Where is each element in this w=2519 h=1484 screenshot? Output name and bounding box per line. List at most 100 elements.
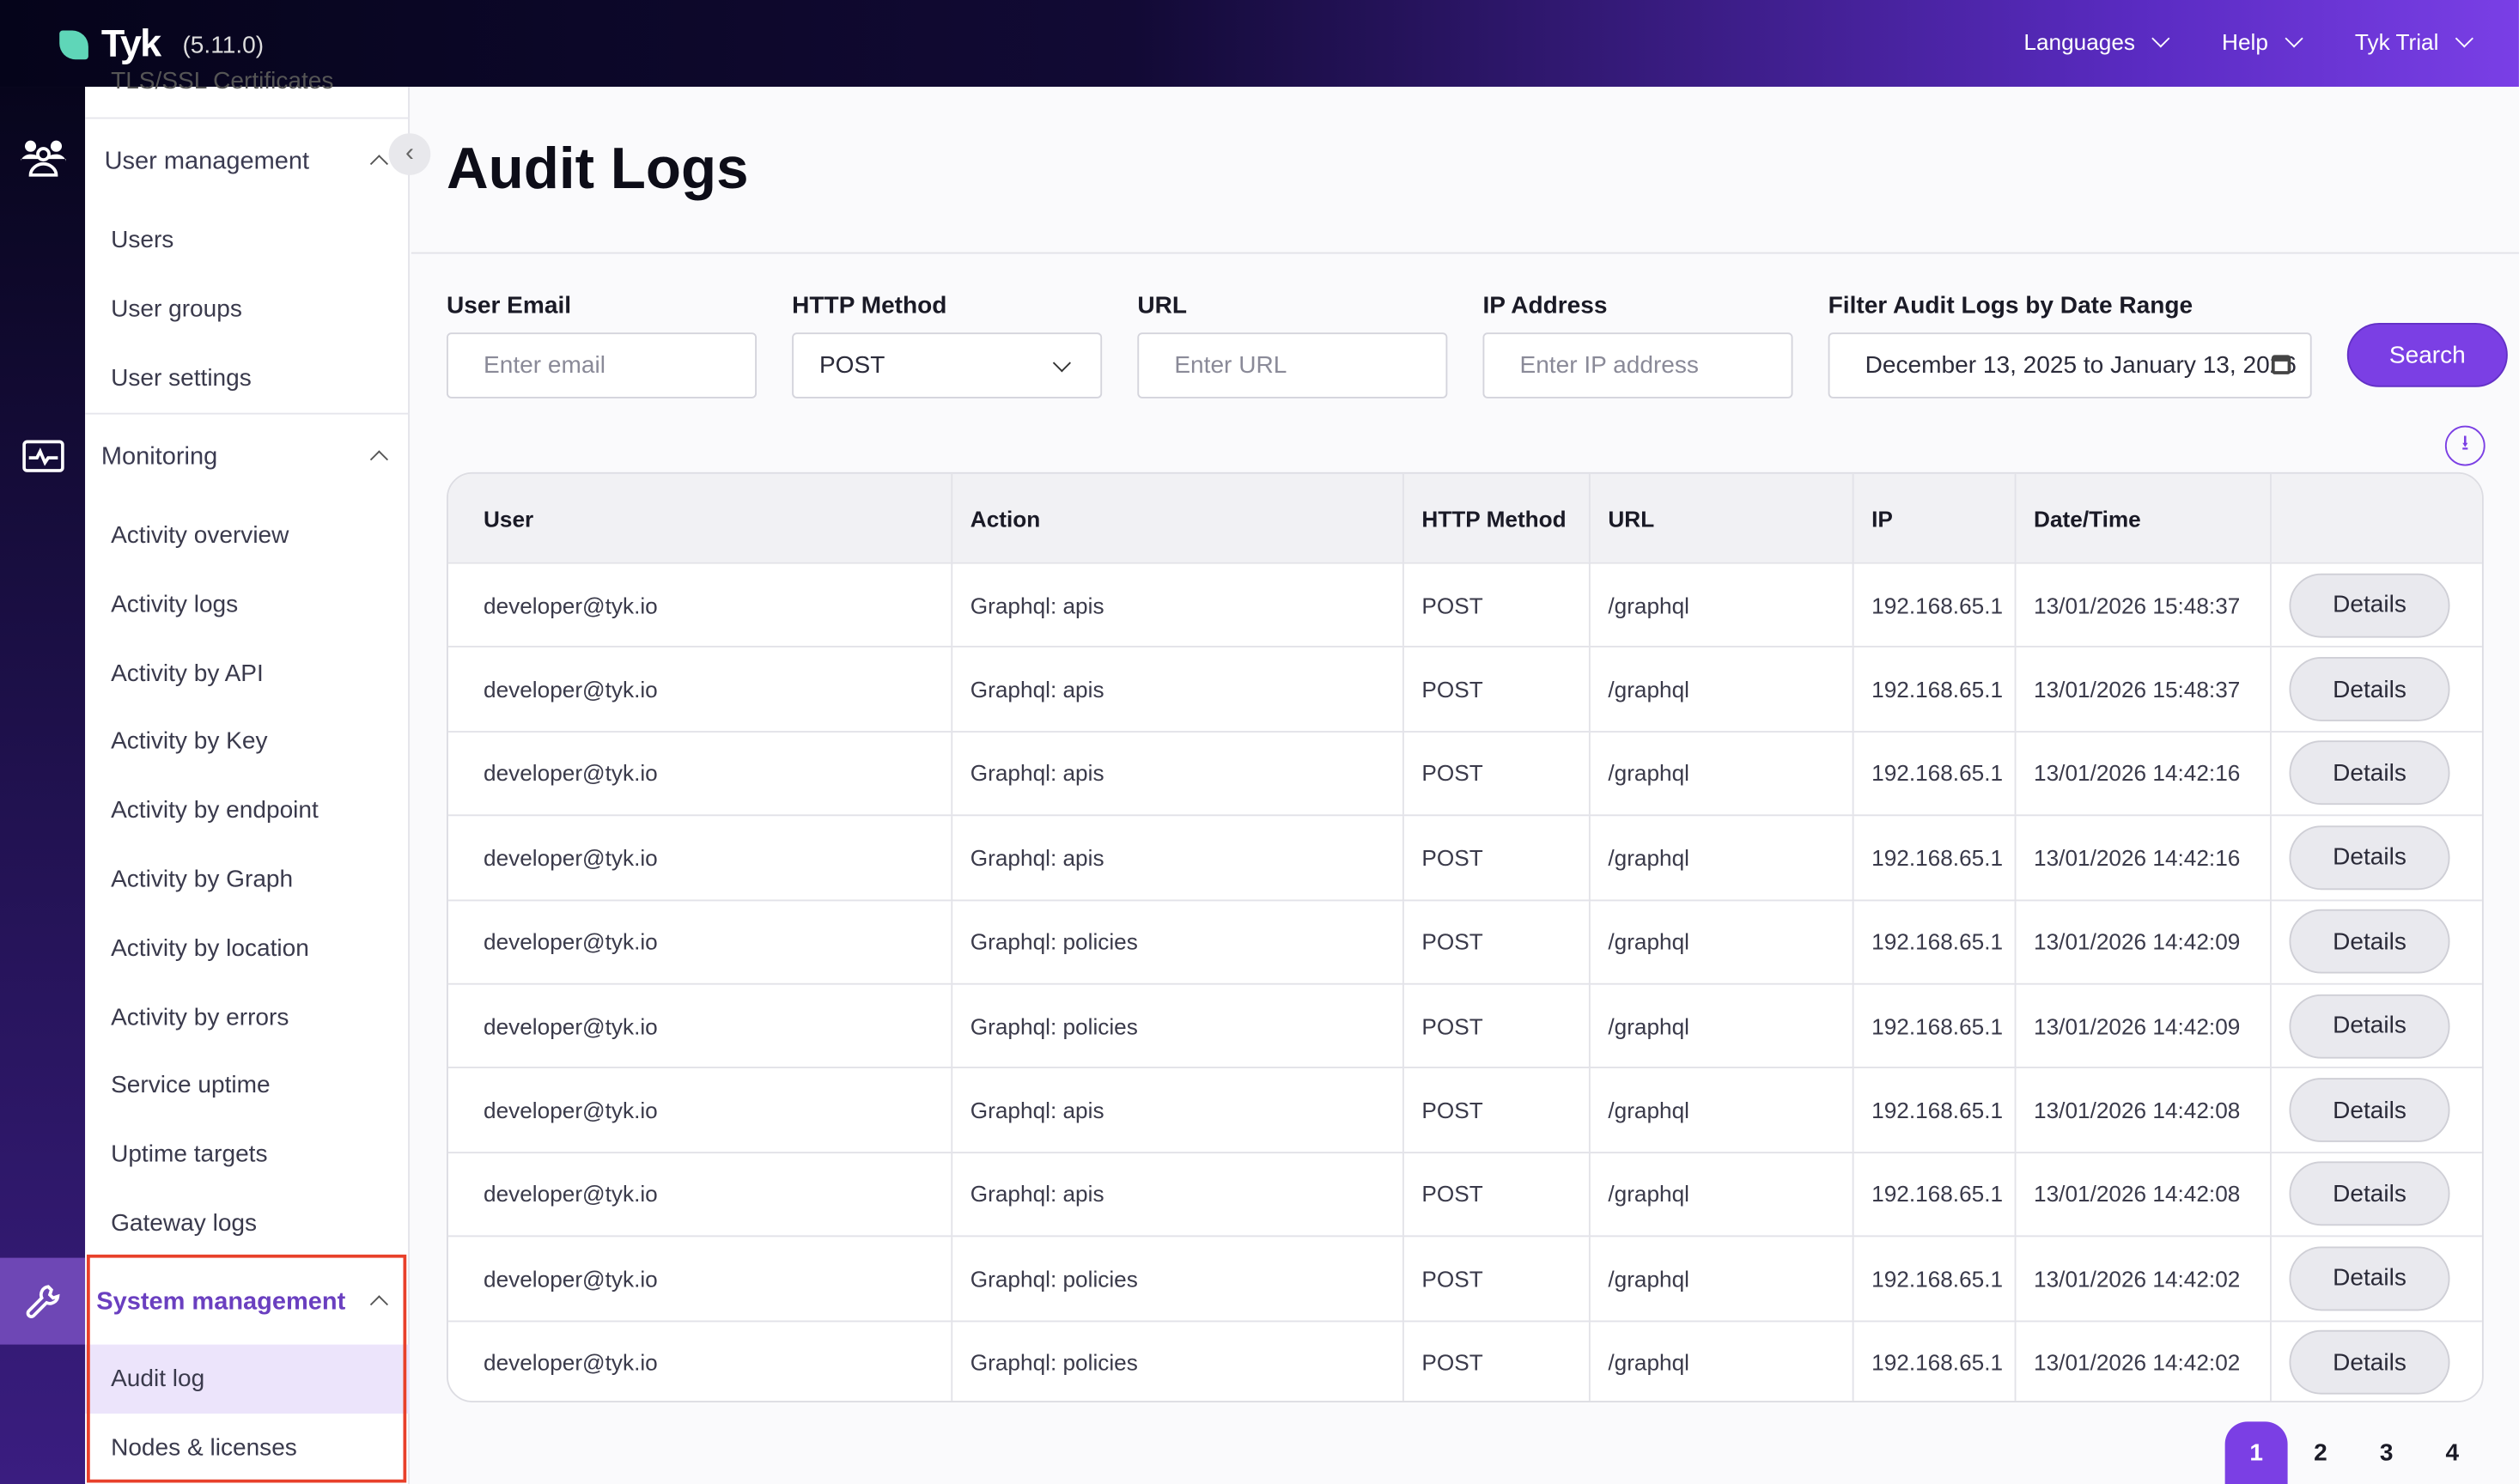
sidebar-item-activity-by-endpoint[interactable]: Activity by endpoint [111, 797, 319, 824]
cell-url: /graphql [1589, 901, 1853, 983]
cell-http-method: POST [1402, 985, 1589, 1067]
account-menu[interactable]: Tyk Trial [2355, 29, 2471, 55]
url-input[interactable]: Enter URL [1137, 332, 1447, 398]
search-button[interactable]: Search [2347, 323, 2508, 387]
sidebar-item-uptime-targets[interactable]: Uptime targets [111, 1140, 267, 1168]
chevron-down-icon [2455, 29, 2473, 47]
table-row: developer@tyk.ioGraphql: policiesPOST/gr… [448, 1236, 2484, 1320]
help-menu[interactable]: Help [2222, 29, 2300, 55]
cell-action: Graphql: policies [951, 1322, 1402, 1402]
cell-user: developer@tyk.io [448, 564, 951, 647]
chevron-down-icon [1053, 354, 1071, 372]
cell-ip: 192.168.65.1 [1853, 1238, 2015, 1320]
cell-datetime: 13/01/2026 14:42:16 [2015, 817, 2270, 899]
sidebar-item-activity-by-api[interactable]: Activity by API [111, 660, 264, 688]
details-button[interactable]: Details [2289, 825, 2449, 890]
details-button[interactable]: Details [2289, 741, 2449, 806]
table-row: developer@tyk.ioGraphql: policiesPOST/gr… [448, 899, 2484, 983]
sidebar-item-activity-logs[interactable]: Activity logs [111, 591, 238, 618]
details-button[interactable]: Details [2289, 909, 2449, 974]
monitoring-icon[interactable] [0, 441, 85, 472]
sidebar-item-activity-overview[interactable]: Activity overview [111, 522, 289, 550]
section-user-management[interactable]: User management [105, 148, 310, 177]
sidebar-item-users[interactable]: Users [111, 227, 173, 254]
sidebar-item-user-settings[interactable]: User settings [111, 365, 252, 392]
cell-user: developer@tyk.io [448, 817, 951, 899]
cell-ip: 192.168.65.1 [1853, 1153, 2015, 1236]
tyk-leaf-icon [59, 31, 88, 60]
http-method-select[interactable]: POST [792, 332, 1102, 398]
logo[interactable]: Tyk (5.11.0) [59, 22, 264, 67]
cell-action: Graphql: apis [951, 733, 1402, 815]
column-header-action: Action [951, 474, 1402, 563]
icon-rail [0, 87, 85, 1484]
details-button[interactable]: Details [2289, 994, 2449, 1058]
top-bar: Tyk (5.11.0) Languages Help Tyk Trial [0, 0, 2519, 87]
table-row: developer@tyk.ioGraphql: apisPOST/graphq… [448, 1067, 2484, 1152]
section-monitoring[interactable]: Monitoring [101, 443, 217, 472]
column-header-actions [2270, 474, 2484, 563]
date-range-input[interactable]: December 13, 2025 to January 13, 2026 [1828, 332, 2312, 398]
page-title: Audit Logs [447, 135, 749, 203]
sidebar-item-gateway-logs[interactable]: Gateway logs [111, 1209, 257, 1237]
page-1-button[interactable]: 1 [2225, 1421, 2288, 1484]
cell-user: developer@tyk.io [448, 1153, 951, 1236]
cell-action: Graphql: apis [951, 648, 1402, 731]
cell-url: /graphql [1589, 1322, 1853, 1402]
calendar-icon[interactable] [2272, 355, 2291, 374]
cell-action: Graphql: policies [951, 985, 1402, 1067]
cell-ip: 192.168.65.1 [1853, 733, 2015, 815]
details-button[interactable]: Details [2289, 1246, 2449, 1311]
ip-address-input[interactable]: Enter IP address [1482, 332, 1792, 398]
cell-action: Graphql: policies [951, 901, 1402, 983]
sidebar-item-activity-by-graph[interactable]: Activity by Graph [111, 866, 293, 893]
table-row: developer@tyk.ioGraphql: policiesPOST/gr… [448, 1320, 2484, 1402]
audit-log-table: UserActionHTTP MethodURLIPDate/Timedevel… [447, 472, 2484, 1402]
details-button[interactable]: Details [2289, 1078, 2449, 1142]
details-button[interactable]: Details [2289, 1162, 2449, 1226]
sidebar-item-tls-certificates[interactable]: TLS/SSL Certificates [111, 68, 333, 95]
cell-user: developer@tyk.io [448, 1322, 951, 1402]
cell-datetime: 13/01/2026 14:42:02 [2015, 1238, 2270, 1320]
sidebar-item-service-uptime[interactable]: Service uptime [111, 1072, 271, 1099]
details-button[interactable]: Details [2289, 1330, 2449, 1395]
sidebar-item-activity-by-key[interactable]: Activity by Key [111, 727, 267, 755]
details-button[interactable]: Details [2289, 657, 2449, 721]
chevron-up-icon [370, 155, 388, 173]
details-button[interactable]: Details [2289, 573, 2449, 637]
download-icon[interactable]: ⭳ [2445, 426, 2486, 466]
cell-ip: 192.168.65.1 [1853, 817, 2015, 899]
cell-user: developer@tyk.io [448, 733, 951, 815]
user-email-input[interactable]: Enter email [447, 332, 757, 398]
users-icon[interactable] [0, 138, 85, 177]
chevron-up-icon [370, 450, 388, 468]
cell-user: developer@tyk.io [448, 901, 951, 983]
cell-datetime: 13/01/2026 14:42:16 [2015, 733, 2270, 815]
cell-ip: 192.168.65.1 [1853, 901, 2015, 983]
sidebar-item-activity-by-errors[interactable]: Activity by errors [111, 1004, 289, 1031]
page-2-button[interactable]: 2 [2289, 1421, 2352, 1484]
cell-http-method: POST [1402, 1069, 1589, 1152]
cell-datetime: 13/01/2026 14:42:02 [2015, 1322, 2270, 1402]
wrench-icon[interactable] [0, 1258, 85, 1345]
languages-menu[interactable]: Languages [2023, 29, 2167, 55]
cell-url: /graphql [1589, 985, 1853, 1067]
sidebar-item-activity-by-location[interactable]: Activity by location [111, 935, 309, 963]
cell-action: Graphql: apis [951, 1069, 1402, 1152]
cell-ip: 192.168.65.1 [1853, 648, 2015, 731]
sidebar-item-user-groups[interactable]: User groups [111, 295, 242, 323]
cell-datetime: 13/01/2026 15:48:37 [2015, 648, 2270, 731]
page-3-button[interactable]: 3 [2355, 1421, 2418, 1484]
table-row: developer@tyk.ioGraphql: apisPOST/graphq… [448, 647, 2484, 731]
cell-user: developer@tyk.io [448, 648, 951, 731]
page-4-button[interactable]: 4 [2421, 1421, 2484, 1484]
cell-ip: 192.168.65.1 [1853, 564, 2015, 647]
cell-datetime: 13/01/2026 14:42:08 [2015, 1069, 2270, 1152]
cell-ip: 192.168.65.1 [1853, 985, 2015, 1067]
cell-ip: 192.168.65.1 [1853, 1322, 2015, 1402]
cell-url: /graphql [1589, 648, 1853, 731]
column-header-user: User [448, 474, 951, 563]
cell-http-method: POST [1402, 817, 1589, 899]
column-header-ip: IP [1853, 474, 2015, 563]
table-row: developer@tyk.ioGraphql: apisPOST/graphq… [448, 731, 2484, 815]
